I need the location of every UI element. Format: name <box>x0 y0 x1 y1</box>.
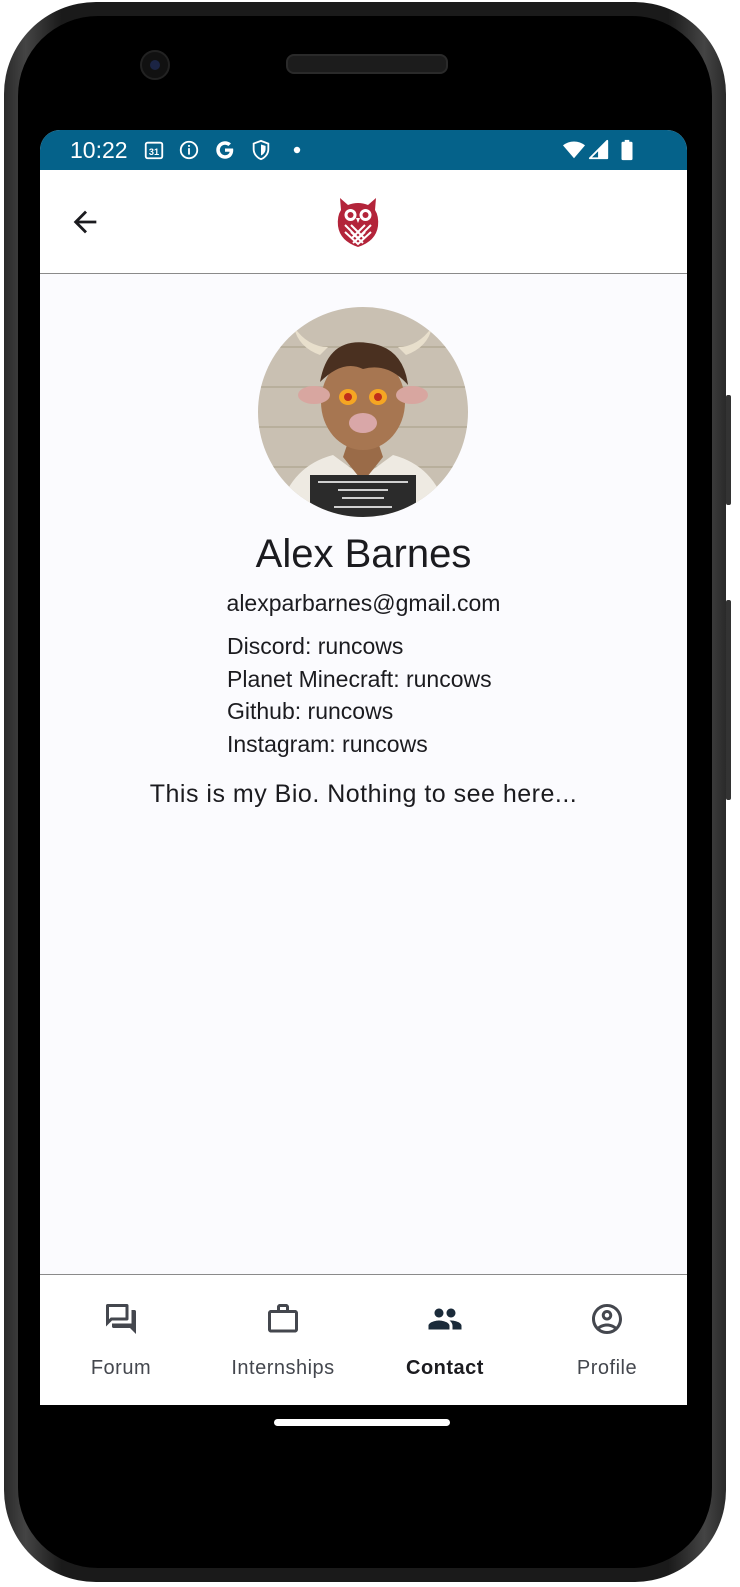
notification-dot-icon <box>293 146 301 154</box>
nav-label-forum: Forum <box>90 1357 152 1379</box>
profile-avatar <box>258 307 468 517</box>
forum-icon <box>106 1304 136 1334</box>
earpiece-speaker <box>286 54 448 74</box>
status-bar: 10:22 31 <box>40 130 687 170</box>
battery-icon <box>621 139 633 161</box>
shield-icon <box>252 139 270 161</box>
social-links: Discord: runcows Planet Minecraft: runco… <box>227 630 492 760</box>
nav-item-forum[interactable]: Forum <box>40 1275 202 1405</box>
social-planet-minecraft: Planet Minecraft: runcows <box>227 665 492 692</box>
top-app-bar <box>40 170 687 274</box>
svg-text:31: 31 <box>149 147 159 157</box>
social-discord: Discord: runcows <box>227 633 404 659</box>
front-camera <box>140 50 170 80</box>
profile-email: alexparbarnes@gmail.com <box>226 590 501 616</box>
app-screen: 10:22 31 Alex Barnes alexparbarnes@gmail… <box>40 130 687 1405</box>
calendar-icon: 31 <box>144 141 164 160</box>
nav-label-internships: Internships <box>231 1357 335 1379</box>
nav-label-contact: Contact <box>406 1357 484 1379</box>
people-icon <box>428 1308 462 1330</box>
nav-item-contact[interactable]: Contact <box>364 1275 526 1405</box>
nav-item-internships[interactable]: Internships <box>202 1275 364 1405</box>
profile-bio: This is my Bio. Nothing to see here... <box>149 780 578 808</box>
social-github: Github: runcows <box>227 698 394 724</box>
arrow-back-icon[interactable] <box>68 205 102 239</box>
cell-signal-icon <box>588 139 609 160</box>
info-icon <box>179 140 199 160</box>
status-time: 10:22 <box>70 137 128 163</box>
social-instagram: Instagram: runcows <box>227 730 428 757</box>
home-indicator[interactable] <box>274 1419 450 1426</box>
wifi-icon <box>563 141 585 159</box>
profile-name: Alex Barnes <box>255 532 472 576</box>
bottom-navigation-bar: Forum Internships Contact Profile <box>40 1274 687 1405</box>
account-circle-icon <box>592 1304 622 1334</box>
volume-button <box>726 395 731 505</box>
power-button <box>726 600 731 800</box>
nav-label-profile: Profile <box>576 1357 638 1379</box>
google-icon <box>216 141 234 159</box>
nav-item-profile[interactable]: Profile <box>526 1275 687 1405</box>
briefcase-icon <box>268 1304 298 1333</box>
owl-logo-icon <box>337 198 379 247</box>
